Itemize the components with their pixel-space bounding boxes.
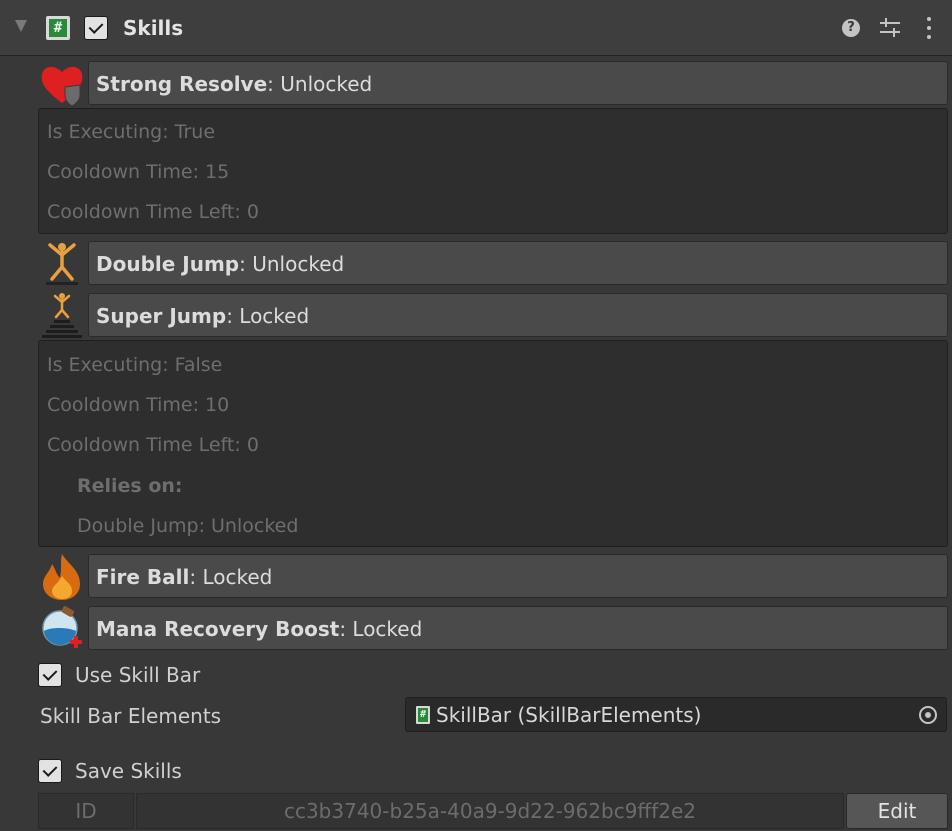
help-icon[interactable]: ? <box>842 19 860 37</box>
object-picker-icon[interactable] <box>919 706 937 724</box>
skill-status: : Locked <box>339 617 423 641</box>
component-enabled-checkbox[interactable] <box>84 16 108 40</box>
component-header[interactable]: # Skills ? <box>0 0 952 56</box>
skill-status: : Locked <box>189 565 273 589</box>
skill-bar-elements-value: SkillBar (SkillBarElements) <box>436 703 702 727</box>
cooldown-time-text: Cooldown Time: 10 <box>47 394 230 416</box>
heart-shield-icon <box>38 61 86 107</box>
id-row: ID cc3b3740-b25a-40a9-9d22-962bc9fff2e2 … <box>38 793 948 829</box>
double-jump-icon <box>38 241 86 287</box>
relies-on-label: Relies on: <box>77 475 183 497</box>
skill-bar-elements-field[interactable]: SkillBar (SkillBarElements) <box>405 697 947 732</box>
skill-row-mana-recovery-boost[interactable]: Mana Recovery Boost: Locked <box>38 606 948 652</box>
skill-title: Strong Resolve: Unlocked <box>96 72 372 96</box>
skill-name: Double Jump <box>96 252 240 276</box>
skill-name: Fire Ball <box>96 565 190 589</box>
edit-id-button[interactable]: Edit <box>846 793 948 829</box>
script-asset-icon <box>416 706 430 724</box>
cooldown-time-text: Cooldown Time: 15 <box>47 161 230 183</box>
skill-row-double-jump[interactable]: Double Jump: Unlocked <box>38 241 948 287</box>
cooldown-left-text: Cooldown Time Left: 0 <box>47 201 259 223</box>
foldout-arrow-icon[interactable] <box>15 20 27 32</box>
skill-name: Super Jump <box>96 304 227 328</box>
fire-ball-icon <box>38 554 86 600</box>
id-label: ID <box>38 793 134 829</box>
skill-title: Super Jump: Locked <box>96 304 309 328</box>
skill-title: Double Jump: Unlocked <box>96 252 344 276</box>
skill-details-strong-resolve: Is Executing: True Cooldown Time: 15 Coo… <box>38 108 948 234</box>
is-executing-text: Is Executing: True <box>47 121 216 143</box>
relies-on-value: Double Jump: Unlocked <box>77 515 299 537</box>
use-skill-bar-label: Use Skill Bar <box>75 663 201 687</box>
skill-name: Mana Recovery Boost <box>96 617 340 641</box>
script-icon: # <box>46 16 70 40</box>
skill-details-super-jump: Is Executing: False Cooldown Time: 10 Co… <box>38 340 948 547</box>
skill-bar-elements-label: Skill Bar Elements <box>40 704 222 728</box>
skill-title: Mana Recovery Boost: Locked <box>96 617 422 641</box>
presets-icon[interactable] <box>880 18 900 38</box>
component-title: Skills <box>123 16 184 40</box>
context-menu-icon[interactable] <box>925 17 933 39</box>
super-jump-icon <box>38 293 86 339</box>
skill-row-super-jump[interactable]: Super Jump: Locked <box>38 293 948 339</box>
skill-name: Strong Resolve <box>96 72 268 96</box>
save-skills-checkbox[interactable] <box>38 759 62 783</box>
is-executing-text: Is Executing: False <box>47 354 223 376</box>
skill-status: : Unlocked <box>239 252 345 276</box>
skill-row-fire-ball[interactable]: Fire Ball: Locked <box>38 554 948 600</box>
save-skills-label: Save Skills <box>75 759 182 783</box>
cooldown-left-text: Cooldown Time Left: 0 <box>47 434 259 456</box>
use-skill-bar-checkbox[interactable] <box>38 663 62 687</box>
id-value-field: cc3b3740-b25a-40a9-9d22-962bc9fff2e2 <box>136 793 844 829</box>
skill-row-strong-resolve[interactable]: Strong Resolve: Unlocked <box>38 61 948 107</box>
skill-title: Fire Ball: Locked <box>96 565 272 589</box>
skill-status: : Unlocked <box>267 72 373 96</box>
mana-potion-icon <box>38 606 86 652</box>
skill-status: : Locked <box>226 304 310 328</box>
